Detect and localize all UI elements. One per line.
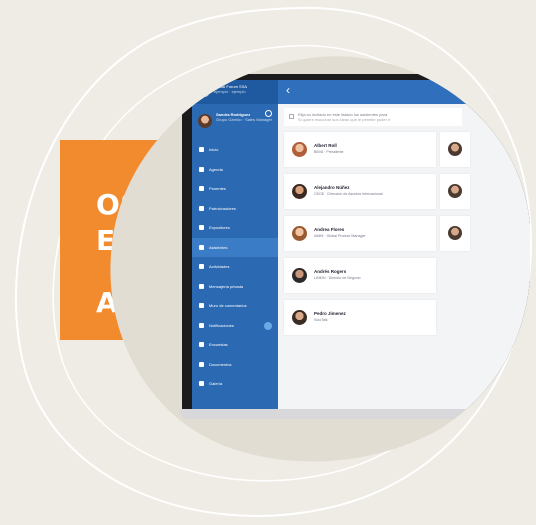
sidebar-item-actividades[interactable]: Actividades <box>192 257 278 277</box>
avatar <box>448 142 462 156</box>
attendee-name: Alejandro Núñez <box>314 185 350 190</box>
sidebar-item-mensajeria[interactable]: Mensajería privada <box>192 277 278 297</box>
user-role: Grupo Garrido · Sales Manager <box>216 117 273 122</box>
avatar <box>292 268 307 283</box>
sidebar-item-label: Encuestas <box>209 342 228 347</box>
attendee-card[interactable] <box>440 174 470 209</box>
sidebar-item-label: Documentos <box>209 361 232 367</box>
attendee-card[interactable] <box>440 216 470 251</box>
notification-badge <box>264 322 272 330</box>
sidebar-item-label: Ponentes <box>209 186 226 191</box>
attendee-name: Pedro Jimenez <box>314 311 346 316</box>
sidebar-nav: Inicio Agenda Ponentes Patrocinadores Ex… <box>192 140 278 394</box>
calendar-icon <box>199 167 204 172</box>
attendee-name: Andrés Rogers <box>314 269 347 274</box>
attendee-card[interactable]: Alejandro Núñez CEOE · Dirección de Asun… <box>284 174 436 209</box>
sidebar-item-label: Actividades <box>209 264 230 269</box>
message-icon <box>199 284 204 289</box>
sidebar-item-ponentes[interactable]: Ponentes <box>192 179 278 199</box>
sidebar-item-galeria[interactable]: Galería <box>192 374 278 394</box>
sidebar-item-label: Expositores <box>209 225 230 230</box>
sponsor-icon <box>199 206 204 211</box>
laptop-screen: Virtual Forum SSA ejemplo · ejemplo Sand… <box>192 80 530 409</box>
activity-icon <box>199 264 204 269</box>
avatar <box>292 310 307 325</box>
sidebar-item-expositores[interactable]: Expositores <box>192 218 278 238</box>
attendee-role: SoloTalk <box>314 318 328 322</box>
attendee-role: CEOE · Dirección de Asuntos Internaciona… <box>314 192 383 196</box>
attendee-card[interactable]: Andrea Flores IAMM · Global Product Mana… <box>284 216 436 251</box>
avatar <box>198 114 212 128</box>
bell-icon <box>199 323 204 328</box>
sidebar-item-muro[interactable]: Muro de comentarios <box>192 296 278 316</box>
info-banner: Elija su invitado en este listado los as… <box>284 108 462 126</box>
sidebar-item-agenda[interactable]: Agenda <box>192 160 278 180</box>
avatar <box>292 184 307 199</box>
sidebar-item-patrocinadores[interactable]: Patrocinadores <box>192 199 278 219</box>
sidebar-item-encuestas[interactable]: Encuestas <box>192 335 278 355</box>
info-icon <box>289 114 294 119</box>
poll-icon <box>199 342 204 347</box>
attendee-role: BBVA · Presidente <box>314 150 344 154</box>
avatar <box>292 226 307 241</box>
attendee-card[interactable]: Pedro Jimenez SoloTalk <box>284 300 436 335</box>
avatar <box>448 226 462 240</box>
org-subtitle: ejemplo · ejemplo <box>214 89 246 94</box>
sidebar-item-notificaciones[interactable]: Notificaciones <box>192 316 278 336</box>
gallery-icon <box>199 381 204 386</box>
gear-icon[interactable] <box>265 110 272 117</box>
attendee-role: LINKIN · Director de Negocio <box>314 276 361 280</box>
people-icon <box>199 245 204 250</box>
attendee-name: Albert Roll <box>314 143 337 148</box>
attendee-card[interactable]: Albert Roll BBVA · Presidente <box>284 132 436 167</box>
sidebar: Virtual Forum SSA ejemplo · ejemplo Sand… <box>192 80 278 409</box>
attendee-name: Andrea Flores <box>314 227 345 232</box>
avatar <box>292 142 307 157</box>
sidebar-item-documentos[interactable]: Documentos <box>192 355 278 375</box>
sidebar-item-label: Agenda <box>209 166 223 172</box>
sidebar-item-asistentes[interactable]: Asistentes <box>192 238 278 258</box>
person-icon <box>199 186 204 191</box>
sidebar-item-label: Notificaciones <box>209 322 234 328</box>
attendee-card[interactable]: Andrés Rogers LINKIN · Director de Negoc… <box>284 258 436 293</box>
banner-subtext: Si quiere escuchar sus ideas que le perm… <box>298 117 391 122</box>
sidebar-item-inicio[interactable]: Inicio <box>192 140 278 160</box>
laptop: Virtual Forum SSA ejemplo · ejemplo Sand… <box>182 74 530 409</box>
stand-icon <box>199 225 204 230</box>
sidebar-item-label: Mensajería privada <box>209 283 244 289</box>
sidebar-item-label: Asistentes <box>209 244 228 250</box>
attendee-role: IAMM · Global Product Manager <box>314 234 366 238</box>
document-icon <box>199 362 204 367</box>
attendee-card[interactable] <box>440 132 470 167</box>
user-profile[interactable]: Sandra Rodriguez Grupo Garrido · Sales M… <box>196 110 274 136</box>
sidebar-item-label: Patrocinadores <box>209 205 236 211</box>
avatar <box>448 184 462 198</box>
sidebar-item-label: Galería <box>209 381 223 386</box>
back-arrow-icon[interactable]: ‹ <box>286 84 290 96</box>
wall-icon <box>199 303 204 308</box>
sidebar-item-label: Inicio <box>209 147 219 152</box>
sidebar-item-label: Muro de comentarios <box>209 303 247 308</box>
home-icon <box>199 147 204 152</box>
